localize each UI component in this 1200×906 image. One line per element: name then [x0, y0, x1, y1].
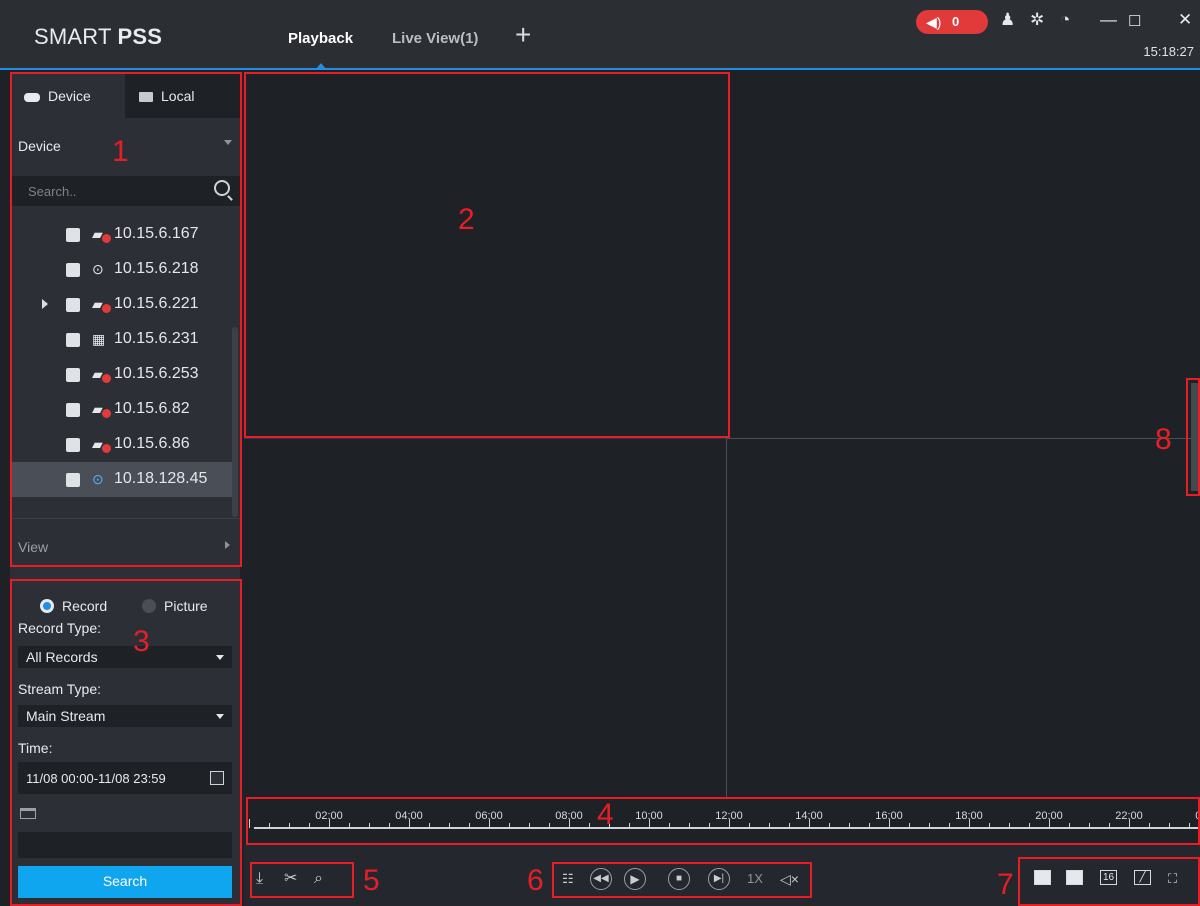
- annotation-label-6: 6: [527, 864, 544, 897]
- performance-icon[interactable]: ◔: [1060, 8, 1070, 32]
- add-tab-button[interactable]: +: [515, 21, 531, 49]
- user-icon[interactable]: ♟: [1000, 8, 1015, 32]
- tab-live-view[interactable]: Live View(1): [392, 30, 478, 47]
- close-icon[interactable]: ✕: [1178, 8, 1192, 32]
- alarm-button[interactable]: ◀) 0: [916, 10, 988, 34]
- annotation-label-4: 4: [597, 798, 614, 831]
- clock: 15:18:27: [1143, 44, 1194, 59]
- annotation-box-8: [1186, 378, 1200, 496]
- grid-divider: [726, 438, 727, 797]
- title-bar: SMART PSS Playback Live View(1) + ◀) 0 ♟…: [0, 0, 1200, 70]
- active-tab-indicator: [316, 63, 326, 69]
- annotation-label-2: 2: [458, 203, 475, 236]
- annotation-label-1: 1: [112, 135, 129, 168]
- app-logo: SMART PSS: [34, 24, 163, 49]
- annotation-box-4: [246, 797, 1200, 845]
- annotation-box-5: [250, 862, 354, 898]
- tab-playback[interactable]: Playback: [288, 30, 353, 47]
- speaker-icon: ◀): [926, 14, 942, 30]
- annotation-box-6: [552, 862, 812, 898]
- minimize-icon[interactable]: —: [1100, 8, 1117, 32]
- annotation-box-7: [1018, 857, 1200, 906]
- annotation-label-8: 8: [1155, 423, 1172, 456]
- smart-pss-window: SMART PSS Playback Live View(1) + ◀) 0 ♟…: [0, 0, 1200, 906]
- annotation-label-5: 5: [363, 864, 380, 897]
- grid-divider: [244, 438, 728, 439]
- annotation-label-7: 7: [997, 868, 1014, 901]
- grid-divider: [726, 438, 1200, 439]
- alarm-count: 0: [952, 14, 960, 29]
- gear-icon[interactable]: ✲: [1030, 8, 1044, 32]
- annotation-box-3: [10, 579, 242, 906]
- annotation-box-2: [244, 72, 730, 438]
- maximize-icon[interactable]: ☐: [1128, 10, 1141, 34]
- annotation-label-3: 3: [133, 625, 150, 658]
